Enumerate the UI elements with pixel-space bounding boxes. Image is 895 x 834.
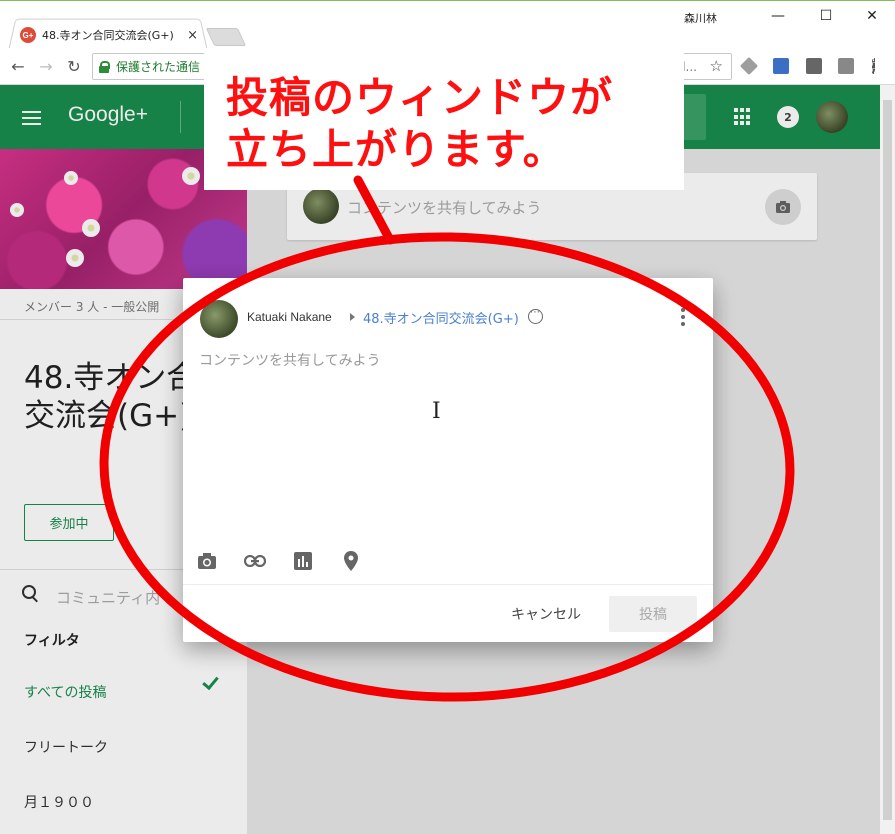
bookmark-star-icon[interactable]: ☆: [710, 57, 723, 75]
tab-close-icon[interactable]: ×: [187, 28, 198, 43]
url-tail: l...: [682, 59, 697, 74]
community-icon: [528, 307, 543, 324]
screenshot-extension-icon[interactable]: [838, 58, 854, 74]
text-cursor-icon: I: [432, 399, 441, 424]
target-community-link[interactable]: 48.寺オン合同交流会(G+): [363, 308, 519, 327]
attach-photo-button[interactable]: [196, 550, 218, 572]
dialog-divider: [183, 584, 713, 585]
gplus-favicon-icon: G+: [20, 27, 36, 43]
post-dialog: Katuaki Nakane 48.寺オン合同交流会(G+) コンテンツを共有し…: [183, 278, 713, 642]
scrollbar-thumb[interactable]: [883, 100, 892, 820]
annotation-line-2: 立ち上がります。: [226, 125, 566, 174]
drive-extension-icon[interactable]: [739, 56, 759, 76]
attach-link-button[interactable]: [244, 550, 266, 572]
annotation-text: 投稿のウィンドウが 立ち上がります。: [226, 72, 676, 176]
close-window-button[interactable]: ✕: [852, 5, 892, 27]
annotation-line-1: 投稿のウィンドウが: [226, 73, 614, 122]
maximize-button[interactable]: ☐: [806, 5, 846, 27]
attach-location-button[interactable]: [340, 550, 362, 572]
attach-poll-button[interactable]: [292, 550, 314, 572]
camera-icon: [198, 553, 216, 569]
poll-icon: [294, 552, 312, 570]
location-icon: [344, 551, 358, 571]
link-icon: [244, 555, 266, 567]
back-icon[interactable]: ←: [8, 56, 28, 76]
post-button[interactable]: 投稿: [609, 596, 697, 632]
browser-menu-icon[interactable]: [872, 58, 876, 74]
post-text-input[interactable]: コンテンツを共有してみよう: [199, 350, 697, 540]
author-avatar: [200, 300, 238, 338]
secure-label: 保護された通信: [116, 60, 201, 74]
reload-icon[interactable]: ↻: [64, 56, 84, 76]
chart-extension-icon[interactable]: [806, 58, 822, 74]
more-options-icon[interactable]: [680, 308, 686, 328]
tab-title: 48.寺オン合同交流会(G+): [42, 29, 174, 42]
new-tab-button[interactable]: [205, 28, 247, 46]
lock-icon: [99, 60, 110, 73]
forward-icon[interactable]: →: [36, 56, 56, 76]
cancel-button[interactable]: キャンセル: [501, 598, 591, 630]
bookmark-extension-icon[interactable]: [773, 58, 789, 74]
browser-titlebar: G+ 48.寺オン合同交流会(G+) × 森川林 — ☐ ✕: [0, 0, 895, 50]
browser-user-name[interactable]: 森川林: [684, 10, 717, 26]
arrow-right-icon: [350, 313, 355, 321]
author-name: Katuaki Nakane: [247, 310, 332, 324]
minimize-button[interactable]: —: [758, 5, 798, 27]
tab-content[interactable]: G+ 48.寺オン合同交流会(G+) ×: [20, 24, 198, 46]
